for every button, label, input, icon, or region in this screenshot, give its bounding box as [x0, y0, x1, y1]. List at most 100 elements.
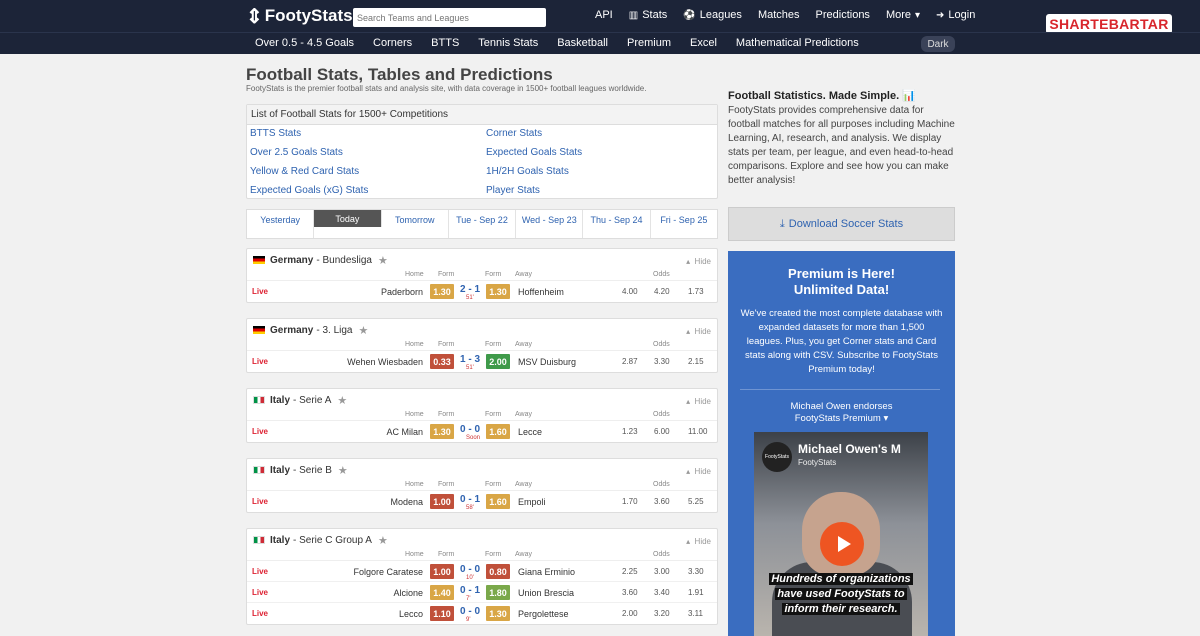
match-row[interactable]: Live Alcione 1.40 0 - 1 7' 1.80 Union Brescia 3…: [247, 582, 717, 603]
league-country[interactable]: Italy: [270, 535, 290, 546]
home-team[interactable]: Paderborn: [381, 287, 423, 297]
link-btts-stats[interactable]: BTTS Stats: [250, 128, 301, 139]
download-stats-button[interactable]: ⤓ Download Soccer Stats: [728, 207, 955, 241]
match-row[interactable]: Live Folgore Caratese 1.00 0 - 0 10' 0.80 Gian…: [247, 561, 717, 582]
tab-thu[interactable]: Thu - Sep 24: [583, 210, 651, 238]
subnav-excel[interactable]: Excel: [690, 37, 717, 49]
favorite-star-icon[interactable]: ★: [378, 534, 388, 547]
match-score[interactable]: 0 - 0: [460, 564, 480, 575]
away-team[interactable]: Lecce: [518, 427, 542, 437]
favorite-star-icon[interactable]: ★: [338, 464, 348, 477]
hide-toggle[interactable]: ▴ Hide: [686, 257, 711, 266]
link-xg-stats[interactable]: Expected Goals Stats: [486, 147, 582, 158]
link-half-goals-stats[interactable]: 1H/2H Goals Stats: [486, 166, 569, 177]
league-name[interactable]: Serie A: [299, 395, 331, 406]
match-score[interactable]: 1 - 3: [460, 354, 480, 365]
home-team[interactable]: Alcione: [393, 588, 423, 598]
match-row[interactable]: Live Lecco 1.10 0 - 0 9' 1.30 Pergolettese 2.00…: [247, 603, 717, 624]
nav-login[interactable]: ➜ Login: [936, 9, 975, 21]
hide-toggle[interactable]: ▴ Hide: [686, 327, 711, 336]
premium-title-line1: Premium is Here!: [788, 266, 895, 281]
match-score[interactable]: 0 - 1: [460, 494, 480, 505]
home-team[interactable]: Folgore Caratese: [353, 567, 423, 577]
link-corner-stats[interactable]: Corner Stats: [486, 128, 542, 139]
subnav-math-predictions[interactable]: Mathematical Predictions: [736, 37, 859, 49]
home-team[interactable]: Wehen Wiesbaden: [347, 357, 423, 367]
tab-fri[interactable]: Fri - Sep 25: [651, 210, 717, 238]
dark-mode-toggle[interactable]: Dark: [921, 36, 955, 52]
match-score[interactable]: 0 - 0: [460, 606, 480, 617]
league-name[interactable]: Bundesliga: [322, 255, 371, 266]
match-score[interactable]: 2 - 1: [460, 284, 480, 295]
subnav-tennis[interactable]: Tennis Stats: [478, 37, 538, 49]
link-expected-goals-xg[interactable]: Expected Goals (xG) Stats: [250, 185, 368, 196]
favorite-star-icon[interactable]: ★: [378, 254, 388, 267]
match-row[interactable]: Live Modena 1.00 0 - 1 58' 1.60 Empoli 1.70 3.60…: [247, 491, 717, 512]
league-country[interactable]: Germany: [270, 255, 313, 266]
subnav-basketball[interactable]: Basketball: [557, 37, 608, 49]
tab-yesterday[interactable]: Yesterday: [247, 210, 315, 238]
video-player[interactable]: FootyStats Michael Owen's M FootyStats H…: [754, 432, 928, 636]
subnav-premium[interactable]: Premium: [627, 37, 671, 49]
subnav-btts[interactable]: BTTS: [431, 37, 459, 49]
subnav-corners[interactable]: Corners: [373, 37, 412, 49]
away-team[interactable]: Union Brescia: [518, 588, 574, 598]
watermark-logo: SHARTEBARTAR: [1046, 14, 1172, 34]
home-team[interactable]: AC Milan: [386, 427, 423, 437]
league-country[interactable]: Italy: [270, 395, 290, 406]
hide-toggle[interactable]: ▴ Hide: [686, 397, 711, 406]
league-name[interactable]: Serie C Group A: [299, 535, 372, 546]
subnav-goals[interactable]: Over 0.5 - 4.5 Goals: [255, 37, 354, 49]
league-name[interactable]: Serie B: [299, 465, 332, 476]
league-name[interactable]: 3. Liga: [322, 325, 352, 336]
link-card-stats[interactable]: Yellow & Red Card Stats: [250, 166, 359, 177]
tab-wed[interactable]: Wed - Sep 23: [516, 210, 584, 238]
login-icon: ➜: [936, 9, 945, 21]
chevron-up-icon: ▴: [686, 397, 691, 406]
match-row[interactable]: Live Paderborn 1.30 2 - 1 51' 1.30 Hoffenheim 4…: [247, 281, 717, 302]
home-form-badge: 1.00: [430, 494, 454, 509]
hide-label: Hide: [694, 467, 711, 476]
nav-api[interactable]: API: [595, 9, 613, 21]
col-odds: Odds: [653, 481, 670, 488]
play-button-icon[interactable]: [820, 522, 864, 566]
hide-toggle[interactable]: ▴ Hide: [686, 467, 711, 476]
nav-matches[interactable]: Matches: [758, 9, 800, 21]
footystats-logo[interactable]: ⇕ FootyStats: [246, 5, 353, 28]
match-score[interactable]: 0 - 1: [460, 585, 480, 596]
away-team[interactable]: Pergolettese: [518, 609, 569, 619]
league-block: Germany - 3. Liga ★ ▴ Hide Home Form Form Away O…: [246, 318, 718, 373]
col-home: Home: [405, 551, 424, 558]
column-headers: Home Form Form Away Odds: [247, 341, 717, 351]
hide-toggle[interactable]: ▴ Hide: [686, 537, 711, 546]
search-input[interactable]: [353, 8, 546, 27]
link-player-stats[interactable]: Player Stats: [486, 185, 540, 196]
away-team[interactable]: Giana Erminio: [518, 567, 575, 577]
tab-today[interactable]: Today: [314, 210, 382, 227]
tab-tomorrow[interactable]: Tomorrow: [382, 210, 449, 238]
league-country[interactable]: Italy: [270, 465, 290, 476]
match-row[interactable]: Live Wehen Wiesbaden 0.33 1 - 3 51' 2.00 MSV D…: [247, 351, 717, 372]
league-country[interactable]: Germany: [270, 325, 313, 336]
tab-tue[interactable]: Tue - Sep 22: [449, 210, 517, 238]
home-team[interactable]: Modena: [390, 497, 423, 507]
match-score[interactable]: 0 - 0: [460, 424, 480, 435]
nav-predictions[interactable]: Predictions: [816, 9, 870, 21]
hide-label: Hide: [694, 537, 711, 546]
away-team[interactable]: Hoffenheim: [518, 287, 564, 297]
away-team[interactable]: MSV Duisburg: [518, 357, 576, 367]
favorite-star-icon[interactable]: ★: [337, 394, 347, 407]
nav-leagues[interactable]: ⚽ Leagues: [683, 9, 742, 21]
home-team[interactable]: Lecco: [399, 609, 423, 619]
favorite-star-icon[interactable]: ★: [359, 324, 369, 337]
league-block: Germany - Bundesliga ★ ▴ Hide Home Form Form Aw…: [246, 248, 718, 303]
endorse-toggle[interactable]: Michael Owen endorses FootyStats Premium…: [728, 401, 955, 425]
nav-stats[interactable]: ▥ Stats: [629, 9, 668, 21]
chevron-up-icon: ▴: [686, 537, 691, 546]
sidebar-title-text: Football Statistics. Made Simple.: [728, 90, 900, 102]
match-row[interactable]: Live AC Milan 1.30 0 - 0 Soon 1.60 Lecce 1.23 6.…: [247, 421, 717, 442]
nav-api-label: API: [595, 9, 613, 21]
link-over25-stats[interactable]: Over 2.5 Goals Stats: [250, 147, 343, 158]
away-team[interactable]: Empoli: [518, 497, 546, 507]
nav-more[interactable]: More ▾: [886, 9, 920, 21]
